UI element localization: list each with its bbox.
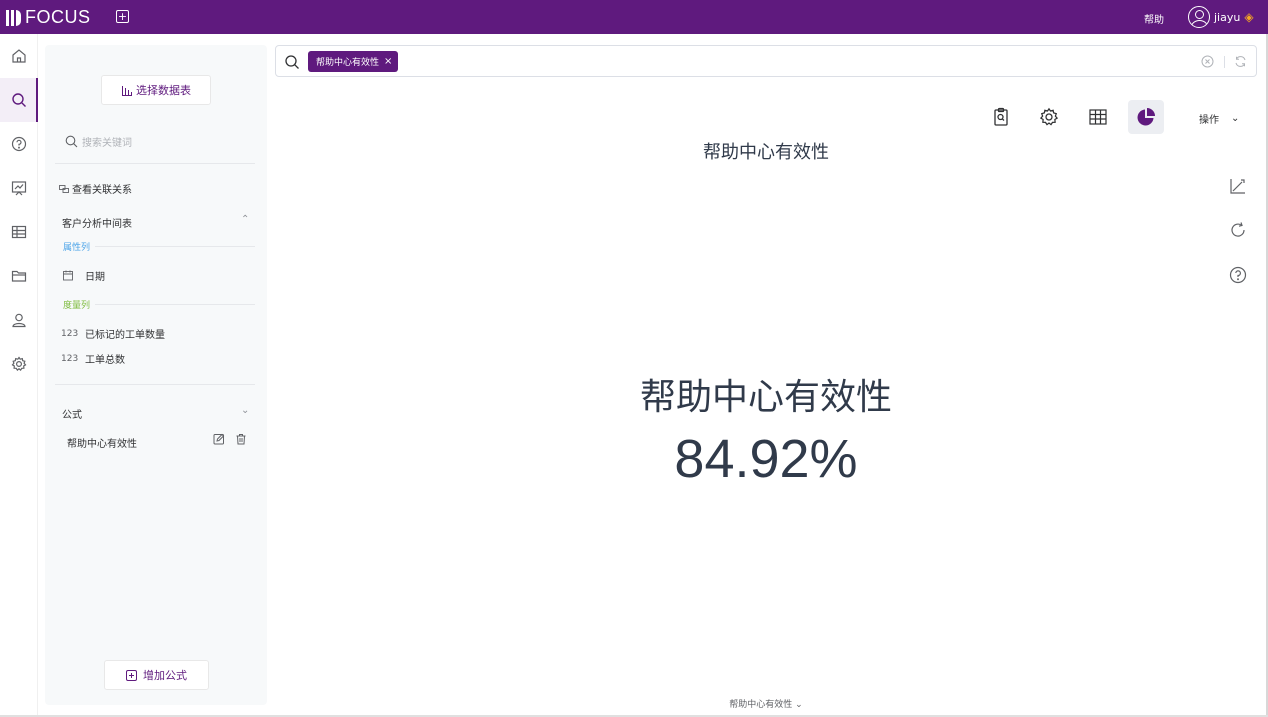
clear-icon[interactable] (1201, 55, 1214, 68)
user-menu[interactable]: jiayu ◈ (1188, 6, 1254, 28)
search-icon (12, 93, 26, 107)
nav-user[interactable] (0, 298, 38, 342)
field-label: 工单总数 (85, 355, 125, 366)
add-tab-icon[interactable]: + (116, 10, 129, 23)
measure-group-label: 度量列 (63, 301, 91, 311)
select-table-button[interactable]: 选择数据表 (101, 75, 211, 105)
field-label: 已标记的工单数量 (85, 330, 165, 341)
report-icon[interactable] (983, 100, 1019, 134)
divider (95, 304, 255, 305)
axis-icon[interactable] (1229, 177, 1247, 195)
folder-icon (11, 270, 27, 282)
view-relations-link[interactable]: 查看关联关系 (59, 181, 132, 196)
bar-chart-icon (122, 86, 132, 96)
table-icon (1089, 109, 1107, 125)
field-label: 日期 (85, 272, 105, 283)
top-bar: FOCUS + 帮助 jiayu ◈ (0, 0, 1268, 34)
chevron-down-icon: ⌄ (795, 700, 803, 710)
brand-name: FOCUS (25, 7, 91, 27)
presentation-chart-icon (11, 181, 27, 196)
calendar-icon (63, 270, 73, 281)
help-link[interactable]: 帮助 (1144, 11, 1164, 26)
kpi-value: 84.92% (674, 429, 858, 489)
question-icon[interactable] (1229, 266, 1247, 284)
logo-icon (6, 9, 21, 26)
nav-dashboard[interactable] (0, 166, 38, 210)
chart-footer-dropdown[interactable]: 帮助中心有效性 ⌄ (0, 697, 1268, 710)
nav-home[interactable] (0, 34, 38, 78)
table-icon (11, 225, 27, 239)
close-icon[interactable]: × (384, 56, 392, 67)
link-icon (59, 184, 69, 193)
avatar-icon (1188, 6, 1210, 28)
chart-title: 帮助中心有效性 (703, 142, 829, 163)
plus-square-icon (126, 669, 137, 681)
search-token-label: 帮助中心有效性 (316, 58, 380, 68)
chevron-up-icon[interactable]: ⌃ (241, 214, 249, 225)
username: jiayu (1214, 10, 1241, 24)
table-name[interactable]: 客户分析中间表 (62, 215, 132, 230)
search-icon (285, 55, 299, 69)
number-type-icon: 123 (61, 328, 79, 339)
kpi-label: 帮助中心有效性 (639, 377, 892, 418)
search-bar[interactable]: 帮助中心有效性 × (275, 45, 1257, 77)
refresh-icon[interactable] (1229, 221, 1247, 239)
add-formula-button[interactable]: 增加公式 (104, 660, 209, 690)
brand-logo[interactable]: FOCUS (6, 7, 91, 28)
chevron-down-icon: ⌄ (1231, 113, 1240, 124)
nav-folder[interactable] (0, 254, 38, 298)
search-token[interactable]: 帮助中心有效性 × (308, 51, 399, 72)
chart-settings-button[interactable] (1031, 100, 1067, 134)
select-table-label: 选择数据表 (136, 84, 191, 97)
diamond-icon: ◈ (1244, 10, 1254, 24)
home-icon (12, 49, 26, 63)
gear-icon (1039, 107, 1059, 126)
table-view-button[interactable] (1080, 100, 1116, 134)
nav-search[interactable] (0, 78, 38, 122)
field-item[interactable]: 日期 (61, 268, 105, 283)
attr-group-label: 属性列 (63, 243, 91, 253)
number-type-icon: 123 (61, 353, 79, 364)
clipboard-search-icon (994, 107, 1008, 126)
refresh-icon[interactable] (1234, 55, 1247, 68)
view-relations-label: 查看关联关系 (72, 185, 132, 196)
add-formula-label: 增加公式 (143, 669, 187, 682)
operations-label: 操作 (1199, 115, 1219, 126)
pie-chart-icon (1137, 108, 1155, 126)
field-item[interactable]: 123 已标记的工单数量 (61, 326, 165, 342)
operations-dropdown[interactable]: 操作 ⌄ (1199, 111, 1239, 126)
field-item[interactable]: 123 工单总数 (61, 351, 125, 367)
chart-footer-label: 帮助中心有效性 (729, 700, 793, 710)
divider (1224, 56, 1225, 68)
chart-view-button[interactable] (1128, 100, 1164, 134)
divider (95, 246, 255, 247)
user-icon (12, 313, 26, 328)
nav-table[interactable] (0, 210, 38, 254)
